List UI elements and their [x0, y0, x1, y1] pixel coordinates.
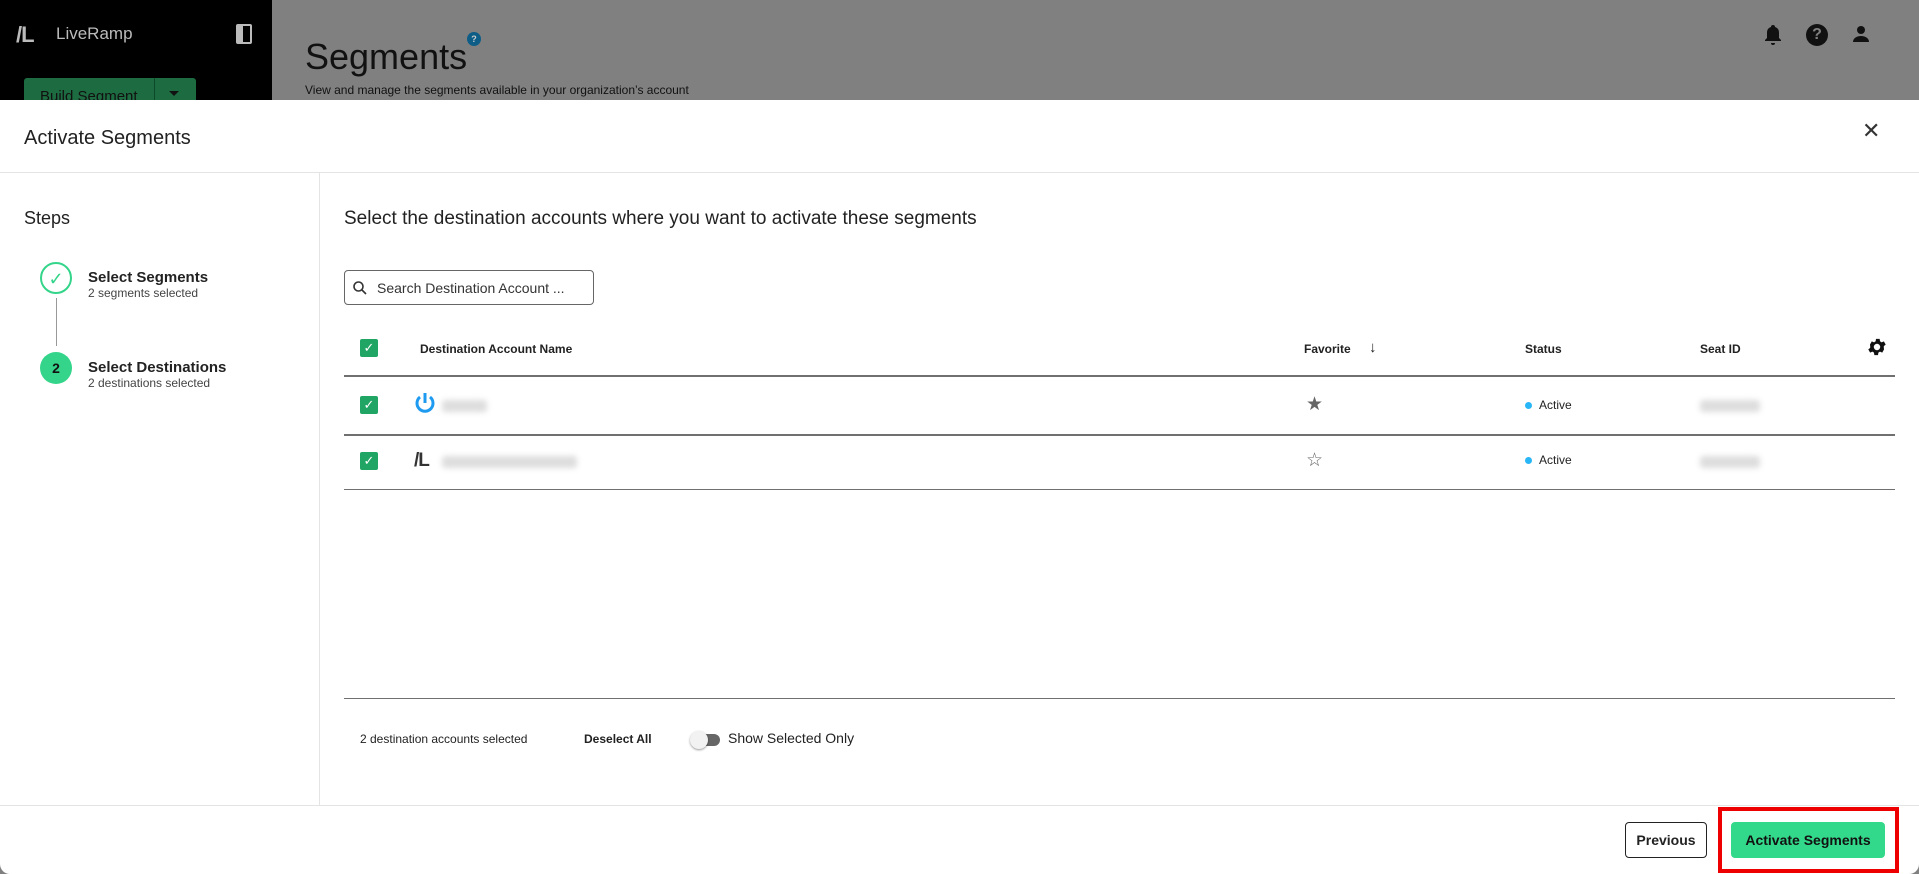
status: Active [1525, 453, 1572, 467]
sort-arrow-down-icon[interactable]: ↓ [1369, 339, 1377, 356]
step-subtitle: 2 destinations selected [88, 376, 211, 390]
section-heading: Select the destination accounts where yo… [344, 208, 977, 229]
deselect-all-button[interactable]: Deselect All [584, 732, 652, 746]
sidebar-toggle-icon[interactable] [236, 24, 252, 44]
help-icon[interactable]: ? [467, 32, 481, 46]
redacted-seat-id [1700, 456, 1760, 468]
show-selected-only-toggle[interactable] [690, 731, 720, 749]
activate-segments-modal: Activate Segments ✕ Steps ✓ Select Segme… [0, 100, 1919, 874]
search-field[interactable] [344, 270, 594, 305]
redacted-seat-id [1700, 400, 1760, 412]
check-icon: ✓ [40, 262, 72, 294]
status-dot [1525, 402, 1532, 409]
activate-segments-button[interactable]: Activate Segments [1731, 822, 1885, 858]
steps-label: Steps [24, 208, 71, 228]
divider [0, 805, 1919, 806]
power-icon [414, 391, 436, 418]
redacted-account-name [442, 400, 487, 412]
header-divider [344, 375, 1895, 377]
step-select-segments[interactable]: Select Segments 2 segments selected [88, 269, 208, 300]
show-selected-only-label: Show Selected Only [728, 730, 855, 746]
page-title: Segments [305, 36, 468, 77]
divider [0, 172, 1919, 173]
column-header-status[interactable]: Status [1525, 342, 1562, 356]
step-subtitle: 2 segments selected [88, 286, 199, 300]
step-number: 2 [40, 352, 72, 384]
help-circle-icon[interactable]: ? [1806, 24, 1828, 46]
modal-title: Activate Segments [24, 127, 191, 149]
select-all-checkbox[interactable]: ✓ [360, 339, 378, 357]
status-text: Active [1539, 398, 1572, 412]
page-subtitle: View and manage the segments available i… [305, 83, 689, 97]
previous-button[interactable]: Previous [1625, 822, 1707, 858]
column-header-seat-id[interactable]: Seat ID [1700, 342, 1741, 356]
column-header-favorite[interactable]: Favorite [1304, 342, 1351, 356]
bell-icon[interactable] [1762, 24, 1784, 46]
user-icon[interactable] [1850, 24, 1872, 46]
step-title: Select Segments [88, 269, 209, 286]
liveramp-logo: /L [16, 22, 35, 47]
step-title: Select Destinations [88, 359, 227, 376]
selected-count: 2 destination accounts selected [360, 732, 528, 746]
row-checkbox[interactable]: ✓ [360, 452, 378, 470]
liveramp-logo: /L [414, 450, 430, 471]
status: Active [1525, 398, 1572, 412]
search-input[interactable] [377, 279, 577, 296]
divider [319, 172, 320, 805]
table-bottom-divider [344, 698, 1895, 699]
status-text: Active [1539, 453, 1572, 467]
star-filled-icon[interactable]: ★ [1306, 393, 1323, 416]
status-dot [1525, 457, 1532, 464]
search-icon [353, 280, 367, 295]
star-outline-icon[interactable]: ☆ [1306, 449, 1323, 472]
step-select-destinations[interactable]: Select Destinations 2 destinations selec… [88, 359, 226, 390]
close-icon[interactable]: ✕ [1862, 118, 1880, 144]
redacted-account-name [442, 456, 577, 468]
row-divider [344, 489, 1895, 490]
row-divider [344, 434, 1895, 436]
row-checkbox[interactable]: ✓ [360, 396, 378, 414]
gear-icon[interactable] [1866, 336, 1888, 361]
app-name: LiveRamp [56, 24, 133, 43]
step-connector [56, 298, 57, 346]
column-header-name[interactable]: Destination Account Name [420, 342, 572, 356]
